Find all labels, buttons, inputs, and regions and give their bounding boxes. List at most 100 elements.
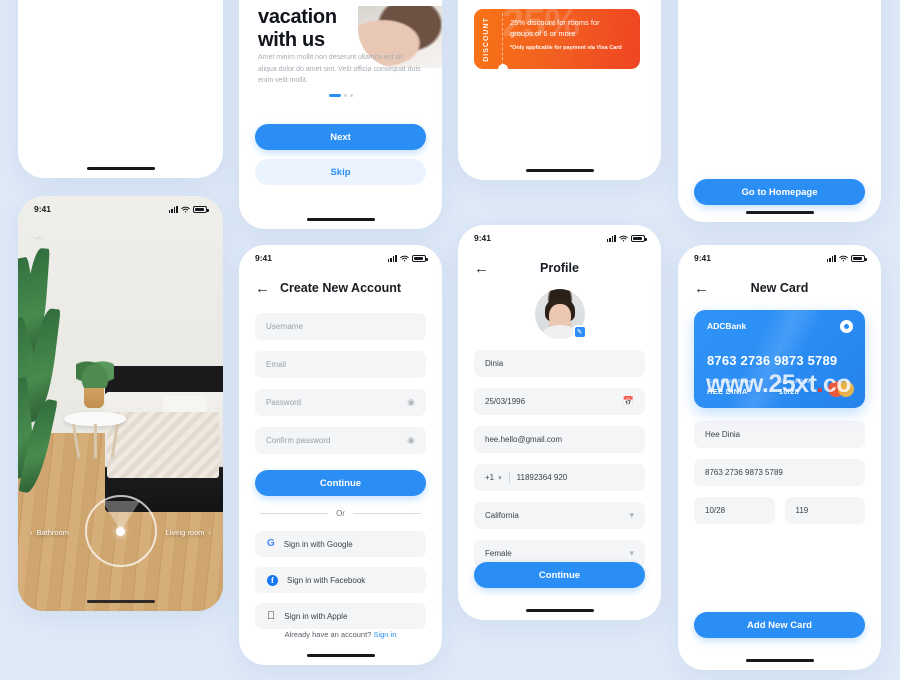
scan-ring-icon[interactable] — [84, 495, 157, 567]
facebook-label: Sign in with Facebook — [287, 575, 366, 585]
card-number: 8763 2736 9873 5789 — [707, 353, 838, 368]
coupon-body: 25% discount for rooms for groups of 6 o… — [510, 17, 632, 51]
prev-room-button[interactable]: ‹ Bathroom — [30, 528, 69, 537]
email-input[interactable]: hee.hello@gmail.com — [474, 426, 645, 453]
eye-icon[interactable]: ◉ — [407, 435, 415, 446]
home-indicator — [306, 218, 375, 221]
coupon-vertical-label: DISCOUNT — [482, 16, 490, 62]
eye-icon[interactable]: ◉ — [407, 397, 415, 408]
email-input[interactable]: Email — [255, 351, 426, 378]
coupon-line-2: groups of 6 or more — [510, 29, 576, 39]
phone-panel-ar-room: 9:41 ← ‹ Bathroom Living room › — [18, 196, 223, 611]
phone-panel-success: It's Done You account is ready to use Go… — [678, 0, 881, 222]
continue-button[interactable]: Continue — [474, 562, 645, 588]
password-input[interactable]: Password ◉ — [255, 389, 426, 416]
card-number-input[interactable]: 8763 2736 9873 5789 — [694, 459, 865, 486]
calendar-icon[interactable]: 📅 — [623, 396, 634, 407]
arrow-left-icon[interactable]: ← — [694, 281, 709, 296]
country-code-select[interactable]: +1 ▾ — [485, 472, 517, 483]
onboarding-pager-dots[interactable] — [239, 94, 442, 97]
nav-bar: ← New Card — [678, 275, 881, 301]
next-room-button[interactable]: Living room › — [166, 528, 211, 537]
pager-dot-1[interactable] — [328, 94, 341, 97]
birthdate-input[interactable]: 25/03/1996 📅 — [474, 388, 645, 415]
sign-in-apple-button[interactable]:  Sign in with Apple — [255, 603, 426, 629]
home-indicator — [525, 609, 594, 612]
onboarding-title-line2: with us — [258, 28, 325, 51]
skip-button[interactable]: Skip — [255, 159, 426, 185]
home-indicator — [86, 600, 155, 603]
plant-decor — [18, 247, 84, 498]
mockup-board: vacation with us Amet minim mollit non d… — [0, 0, 900, 680]
wifi-icon — [400, 255, 409, 262]
sign-in-link[interactable]: Sign in — [373, 630, 396, 639]
pager-dot-3[interactable] — [349, 94, 353, 97]
chevron-down-icon: ▾ — [498, 474, 502, 482]
continue-button[interactable]: Continue — [255, 470, 426, 496]
battery-icon — [412, 254, 428, 262]
state-select[interactable]: California ▾ — [474, 502, 645, 529]
wifi-icon — [181, 206, 190, 213]
footer-text: Already have an account? — [284, 630, 372, 639]
card-holder-label: Card Holder Name — [707, 379, 753, 385]
pager-dot-2[interactable] — [343, 94, 347, 97]
name-input[interactable]: Dinia — [474, 350, 645, 377]
signal-bars-icon — [826, 254, 836, 262]
arrow-left-icon[interactable]: ← — [255, 281, 270, 296]
signal-bars-icon — [606, 234, 616, 242]
username-placeholder: Username — [266, 322, 303, 331]
coupon-notch — [498, 64, 508, 69]
nav-bar: ← Create New Account — [239, 275, 442, 301]
onboarding-title-line1: vacation — [258, 6, 337, 28]
sign-in-facebook-button[interactable]: f Sign in with Facebook — [255, 567, 426, 593]
pencil-icon[interactable]: ✎ — [572, 325, 587, 339]
coupon-perforation — [502, 13, 503, 65]
battery-icon — [851, 254, 867, 262]
gender-value: Female — [485, 549, 512, 558]
credit-card-preview[interactable]: ADCBank 8763 2736 9873 5789 Card Holder … — [694, 310, 865, 408]
birthdate-value: 25/03/1996 — [485, 397, 526, 406]
card-expiry-input[interactable]: 10/28 — [694, 497, 775, 524]
status-bar: 9:41 — [18, 196, 223, 218]
go-to-homepage-button[interactable]: Go to Homepage — [694, 179, 865, 205]
onboarding-body: Amet minim mollit non deserunt ullamco e… — [258, 54, 421, 85]
coupon-line-1: 25% discount for rooms for — [510, 18, 600, 27]
status-icons — [168, 205, 209, 213]
divider-or: Or — [260, 509, 422, 518]
phone-input[interactable]: +1 ▾ 11892364 920 — [474, 464, 645, 491]
status-time: 9:41 — [694, 253, 712, 263]
chevron-left-icon: ‹ — [30, 528, 33, 537]
home-indicator — [525, 169, 594, 172]
wifi-icon — [839, 255, 848, 262]
card-meta: Card Holder Name HEE DINIA Expired Date … — [707, 379, 811, 396]
phone-panel-profile: 9:41 ← Profile ✎ Dinia 25/03/1996 📅 hee.… — [458, 225, 661, 620]
wifi-icon — [619, 235, 628, 242]
arrow-left-icon[interactable]: ← — [474, 261, 489, 276]
discount-coupon-card[interactable]: 25% DISCOUNT 25% discount for rooms for … — [474, 9, 640, 69]
card-expiry-value: 10/28 — [778, 387, 800, 396]
home-indicator — [745, 211, 814, 214]
next-button[interactable]: Next — [255, 124, 426, 150]
google-icon: G — [267, 538, 275, 549]
avatar[interactable]: ✎ — [534, 289, 587, 339]
apple-label: Sign in with Apple — [276, 611, 347, 621]
confirm-password-input[interactable]: Confirm password ◉ — [255, 427, 426, 454]
card-expiry-field-value: 10/28 — [705, 506, 726, 515]
card-holder-field-value: Hee Dinia — [705, 430, 741, 439]
card-expiry-cvv-row: 10/28 119 — [694, 497, 865, 524]
status-bar: 9:41 — [458, 225, 661, 247]
username-input[interactable]: Username — [255, 313, 426, 340]
add-new-card-button[interactable]: Add New Card — [694, 612, 865, 638]
status-time: 9:41 — [255, 253, 273, 263]
arrow-left-icon[interactable]: ← — [32, 226, 45, 241]
card-holder-input[interactable]: Hee Dinia — [694, 421, 865, 448]
card-cvv-input[interactable]: 119 — [784, 497, 865, 524]
phone-panel-onboarding: vacation with us Amet minim mollit non d… — [239, 0, 442, 229]
apple-icon:  — [267, 610, 275, 622]
phone-panel-new-card: 9:41 ← New Card ADCBank 8763 2736 9873 5… — [678, 245, 881, 670]
chevron-down-icon: ▾ — [629, 548, 634, 558]
home-indicator — [86, 167, 155, 170]
status-bar: 9:41 — [678, 245, 881, 267]
email-value: hee.hello@gmail.com — [485, 435, 563, 444]
sign-in-google-button[interactable]: G Sign in with Google — [255, 531, 426, 557]
